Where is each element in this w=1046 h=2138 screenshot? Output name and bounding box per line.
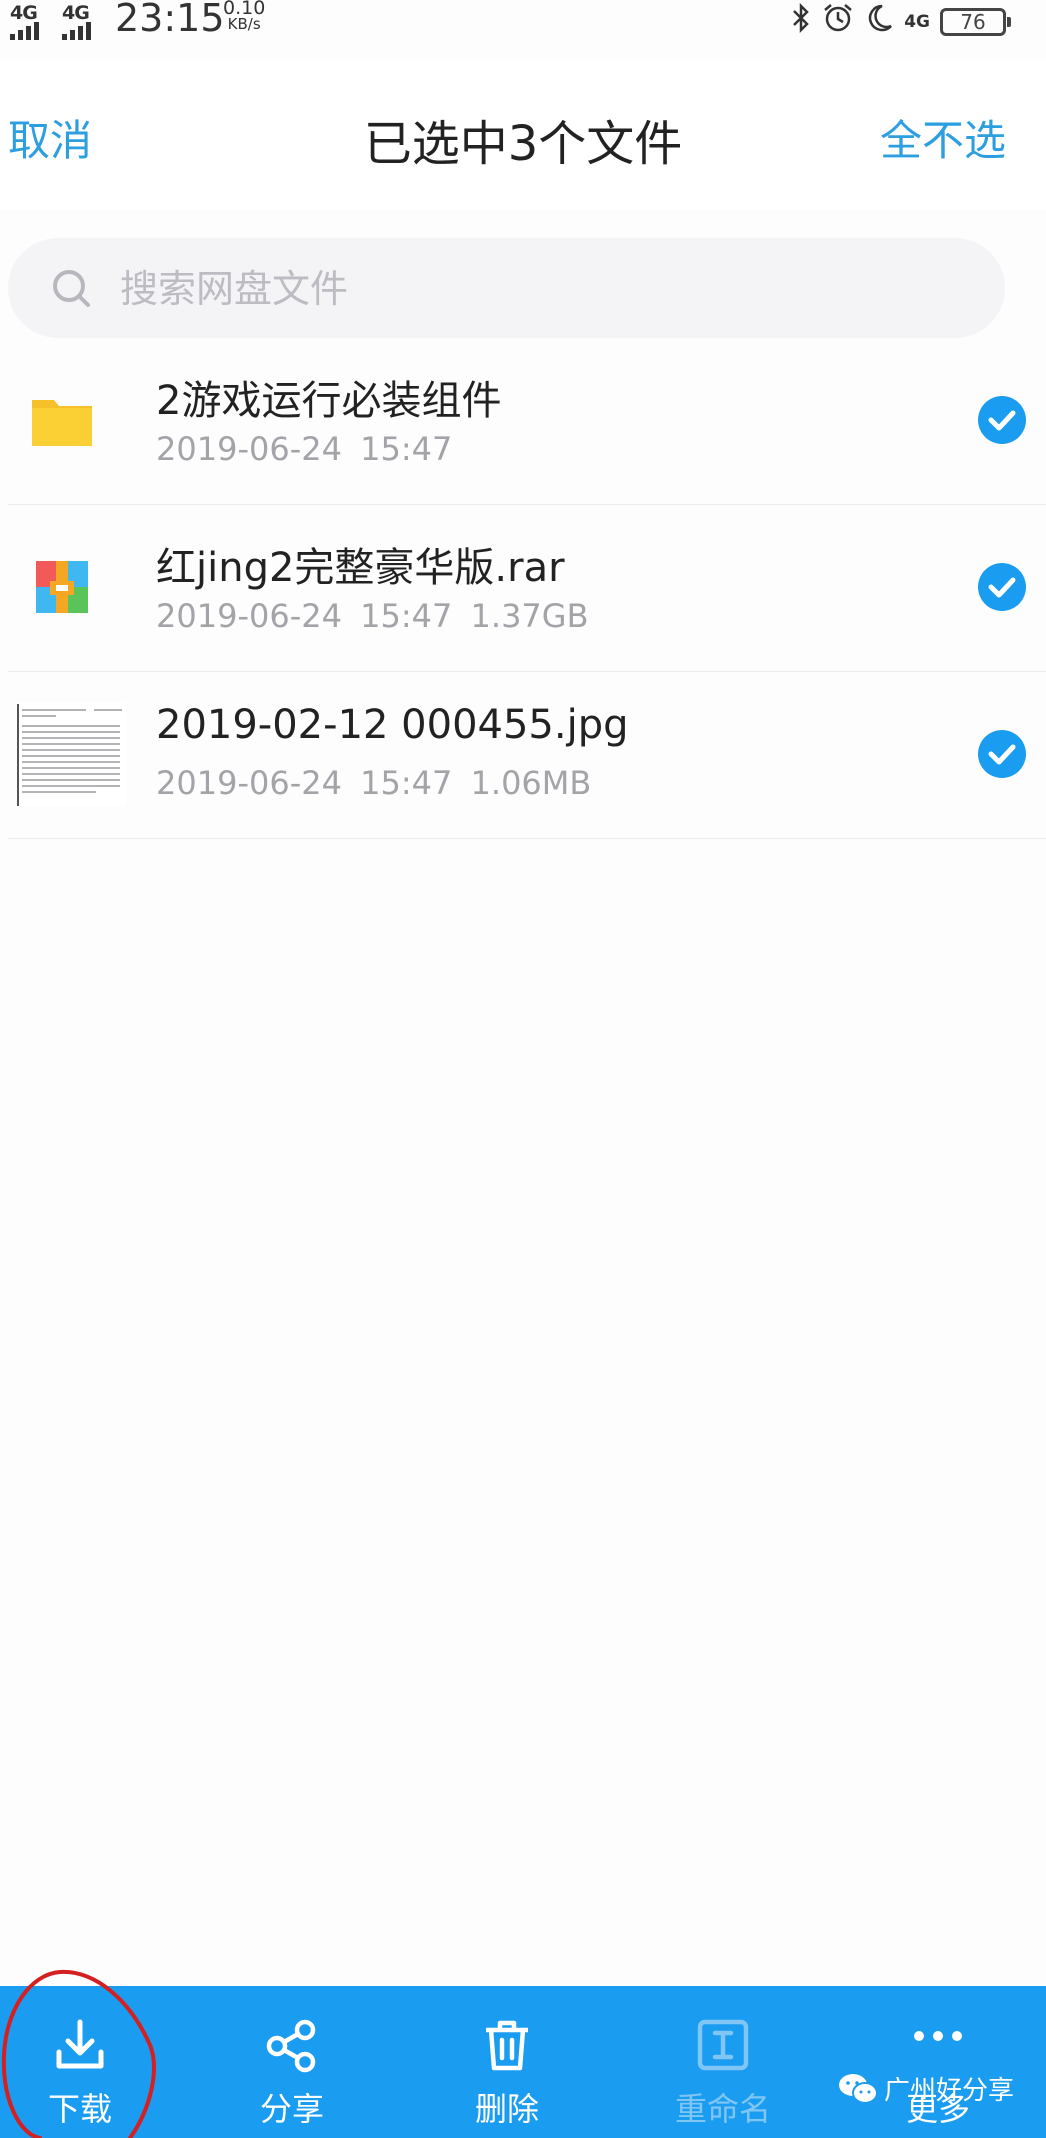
watermark-text: 广州好分享 <box>883 2076 1014 2106</box>
signal-strength-icon-2 <box>62 22 91 40</box>
search-input[interactable] <box>118 258 922 320</box>
status-bar: 4G 4G 23:15 0.10 KB/s 4G 76 <box>0 0 1046 60</box>
rename-label: 重命名 <box>674 2090 771 2128</box>
signal-strength-icon <box>10 22 39 40</box>
more-button[interactable]: 更多 <box>858 1986 1018 2138</box>
file-row[interactable]: 红jing2完整豪华版.rar 2019-06-24 15:47 1.37GB <box>8 505 1046 672</box>
rename-button[interactable]: 重命名 <box>643 1986 803 2138</box>
folder-icon <box>32 400 92 446</box>
share-label: 分享 <box>259 2090 324 2128</box>
alarm-icon <box>822 2 854 42</box>
file-meta: 2019-06-24 15:47 1.37GB <box>156 597 589 635</box>
network-type-2: 4G <box>62 2 90 24</box>
file-name: 红jing2完整豪华版.rar <box>156 545 565 591</box>
bluetooth-icon <box>790 2 812 42</box>
delete-button[interactable]: 删除 <box>427 1986 587 2138</box>
more-dots-icon <box>914 2031 962 2041</box>
search-icon <box>53 270 90 307</box>
delete-label: 删除 <box>474 2090 539 2128</box>
battery-icon: 76 <box>940 8 1011 36</box>
selected-check-icon[interactable] <box>978 730 1026 778</box>
file-name: 2游戏运行必装组件 <box>156 378 502 424</box>
trash-icon <box>486 2020 528 2071</box>
file-meta: 2019-06-24 15:47 1.06MB <box>156 764 592 802</box>
search-bar[interactable] <box>8 238 1005 338</box>
network-type-3: 4G <box>904 12 930 32</box>
selection-header: 取消 已选中3个文件 全不选 <box>0 60 1046 210</box>
file-name: 2019-02-12 000455.jpg <box>156 702 629 748</box>
deselect-all-button[interactable]: 全不选 <box>880 107 1006 168</box>
annotation-circle <box>1 1969 156 2138</box>
status-time: 23:15 <box>115 0 225 40</box>
selected-check-icon[interactable] <box>978 563 1026 611</box>
watermark: 广州好分享 <box>838 2070 1014 2107</box>
wechat-icon <box>838 2073 878 2104</box>
selected-check-icon[interactable] <box>978 396 1026 444</box>
network-speed: 0.10 KB/s <box>223 0 266 33</box>
network-type-1: 4G <box>10 2 38 24</box>
file-row[interactable]: 2019-02-12 000455.jpg 2019-06-24 15:47 1… <box>8 672 1046 839</box>
moon-icon <box>864 2 894 42</box>
rar-archive-icon <box>36 561 88 613</box>
share-button[interactable]: 分享 <box>212 1986 372 2138</box>
file-meta: 2019-06-24 15:47 <box>156 430 453 468</box>
share-icon <box>266 2019 316 2073</box>
file-row[interactable]: 2游戏运行必装组件 2019-06-24 15:47 <box>8 338 1046 505</box>
rename-icon <box>697 2019 749 2071</box>
image-thumbnail <box>16 702 126 806</box>
